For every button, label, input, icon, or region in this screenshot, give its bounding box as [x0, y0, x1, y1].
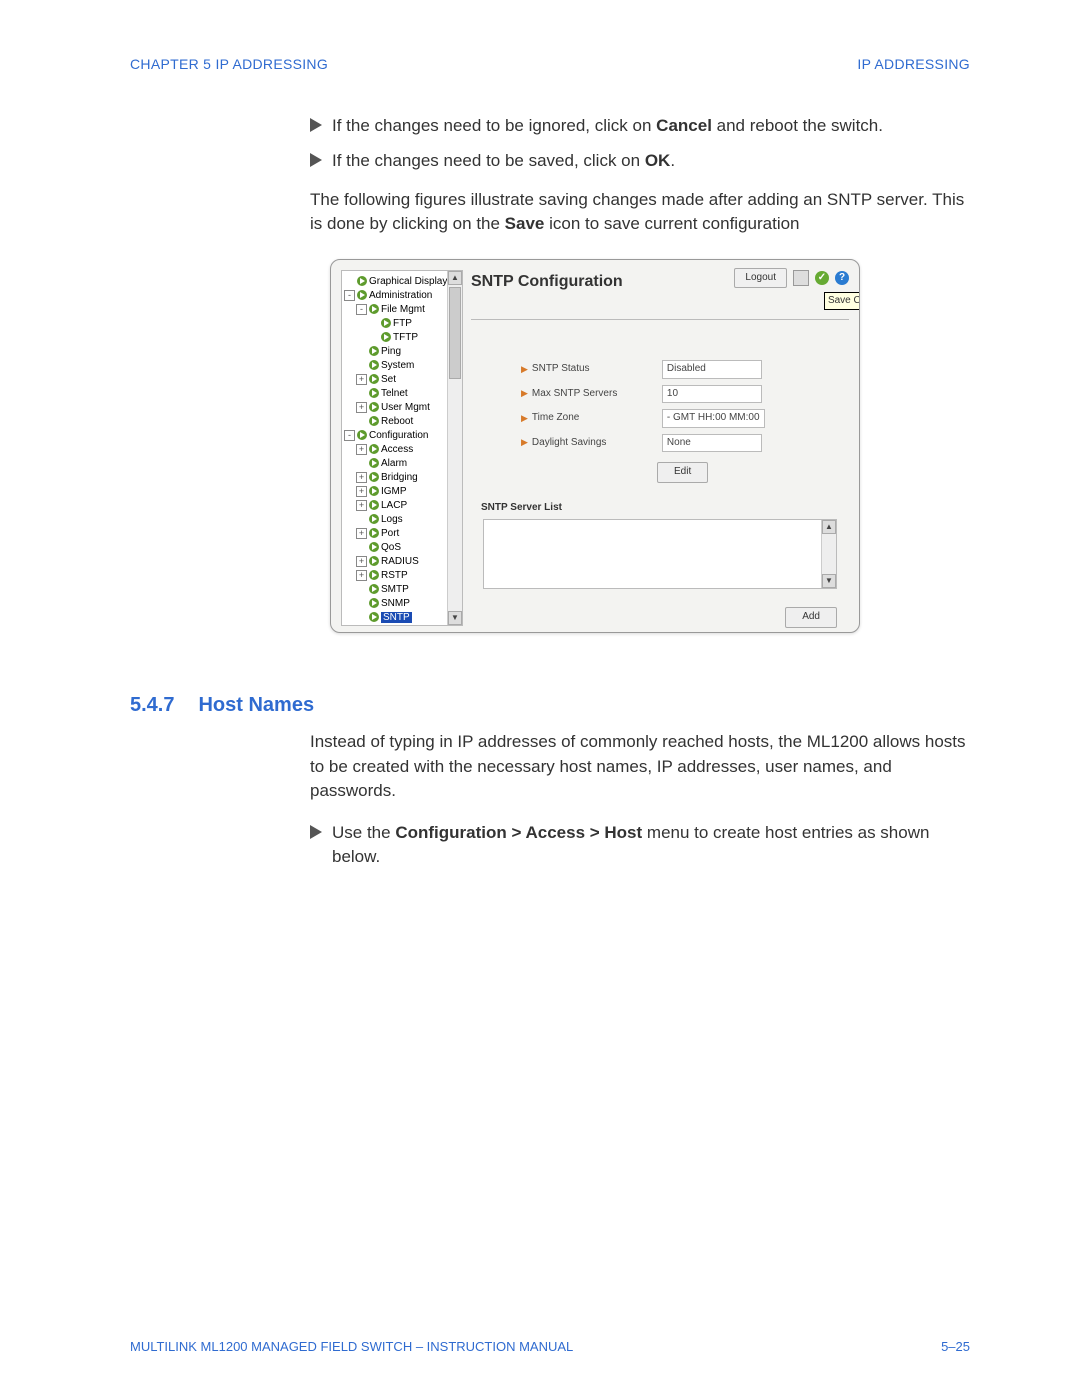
save-tooltip: Save Configuration: [824, 292, 860, 311]
nav-scrollbar[interactable]: ▲ ▼: [447, 271, 462, 625]
nav-item-system[interactable]: System: [344, 359, 446, 373]
bullet-2: If the changes need to be saved, click o…: [310, 149, 970, 174]
field-value: - GMT HH:00 MM:00: [662, 409, 765, 428]
play-icon: [369, 584, 379, 594]
header-right: IP ADDRESSING: [857, 54, 970, 74]
server-list-title: SNTP Server List: [481, 501, 849, 516]
nav-tree[interactable]: Graphical Display-Administration-File Mg…: [341, 270, 463, 626]
section-title: Host Names: [198, 691, 314, 720]
arrow-icon: ▶: [521, 387, 528, 400]
play-icon: [381, 318, 391, 328]
play-icon: [369, 444, 379, 454]
play-icon: [369, 304, 379, 314]
logout-button[interactable]: Logout: [734, 268, 787, 289]
nav-item-graphical-display[interactable]: Graphical Display: [344, 275, 446, 289]
sntp-screenshot: Graphical Display-Administration-File Mg…: [330, 259, 860, 633]
field-value: None: [662, 434, 762, 453]
scroll-thumb[interactable]: [449, 287, 461, 379]
arrow-icon: ▶: [521, 363, 528, 376]
nav-item-ping[interactable]: Ping: [344, 345, 446, 359]
play-icon: [369, 612, 379, 622]
play-icon: [369, 598, 379, 608]
play-icon: [369, 514, 379, 524]
play-icon: [357, 276, 367, 286]
bullet-3: Use the Configuration > Access > Host me…: [310, 821, 970, 870]
nav-item-igmp[interactable]: +IGMP: [344, 485, 446, 499]
play-icon: [369, 486, 379, 496]
page-footer: MULTILINK ML1200 MANAGED FIELD SWITCH – …: [130, 1338, 970, 1357]
play-icon: [369, 542, 379, 552]
field-value: Disabled: [662, 360, 762, 379]
nav-item-user-mgmt[interactable]: +User Mgmt: [344, 401, 446, 415]
nav-item-set[interactable]: +Set: [344, 373, 446, 387]
nav-item-reboot[interactable]: Reboot: [344, 415, 446, 429]
nav-item-ftp[interactable]: FTP: [344, 317, 446, 331]
nav-item-qos[interactable]: QoS: [344, 541, 446, 555]
nav-item-telnet[interactable]: Telnet: [344, 387, 446, 401]
arrow-icon: ▶: [521, 436, 528, 449]
nav-item-tftp[interactable]: TFTP: [344, 331, 446, 345]
play-icon: [357, 290, 367, 300]
help-icon[interactable]: ?: [835, 271, 849, 285]
play-icon: [369, 346, 379, 356]
play-icon: [369, 472, 379, 482]
nav-item-file-mgmt[interactable]: -File Mgmt: [344, 303, 446, 317]
nav-item-radius[interactable]: +RADIUS: [344, 555, 446, 569]
play-icon: [369, 458, 379, 468]
arrow-icon: ▶: [521, 412, 528, 425]
nav-item-bridging[interactable]: +Bridging: [344, 471, 446, 485]
footer-left: MULTILINK ML1200 MANAGED FIELD SWITCH – …: [130, 1338, 573, 1357]
server-list[interactable]: ▲ ▼: [483, 519, 837, 589]
triangle-icon: [310, 153, 322, 167]
nav-item-rstp[interactable]: +RSTP: [344, 569, 446, 583]
bullet-1: If the changes need to be ignored, click…: [310, 114, 970, 139]
nav-item-statistics[interactable]: +Statistics: [344, 625, 446, 626]
play-icon: [369, 374, 379, 384]
field-max-sntp-servers: ▶Max SNTP Servers10: [521, 385, 849, 404]
play-icon: [369, 402, 379, 412]
paragraph-1: The following figures illustrate saving …: [310, 188, 970, 237]
nav-item-access[interactable]: +Access: [344, 443, 446, 457]
list-scroll-down-icon[interactable]: ▼: [822, 574, 836, 588]
nav-item-administration[interactable]: -Administration: [344, 289, 446, 303]
page-header: CHAPTER 5 IP ADDRESSING IP ADDRESSING: [130, 54, 970, 74]
triangle-icon: [310, 825, 322, 839]
field-time-zone: ▶Time Zone- GMT HH:00 MM:00: [521, 409, 849, 428]
refresh-icon[interactable]: ✓: [815, 271, 829, 285]
scroll-up-icon[interactable]: ▲: [448, 271, 462, 285]
nav-item-smtp[interactable]: SMTP: [344, 583, 446, 597]
nav-item-configuration[interactable]: -Configuration: [344, 429, 446, 443]
paragraph-2: Instead of typing in IP addresses of com…: [310, 730, 970, 804]
play-icon: [381, 332, 391, 342]
play-icon: [369, 556, 379, 566]
field-daylight-savings: ▶Daylight SavingsNone: [521, 434, 849, 453]
play-icon: [369, 388, 379, 398]
play-icon: [357, 430, 367, 440]
save-icon[interactable]: [793, 270, 809, 286]
edit-button[interactable]: Edit: [657, 462, 708, 483]
nav-item-alarm[interactable]: Alarm: [344, 457, 446, 471]
play-icon: [369, 570, 379, 580]
nav-item-sntp[interactable]: SNTP: [344, 611, 446, 625]
nav-item-port[interactable]: +Port: [344, 527, 446, 541]
list-scrollbar[interactable]: ▲ ▼: [821, 520, 836, 588]
add-button[interactable]: Add: [785, 607, 837, 628]
nav-item-snmp[interactable]: SNMP: [344, 597, 446, 611]
play-icon: [369, 416, 379, 426]
triangle-icon: [310, 118, 322, 132]
field-sntp-status: ▶SNTP StatusDisabled: [521, 360, 849, 379]
list-scroll-up-icon[interactable]: ▲: [822, 520, 836, 534]
nav-item-lacp[interactable]: +LACP: [344, 499, 446, 513]
nav-item-logs[interactable]: Logs: [344, 513, 446, 527]
section-number: 5.4.7: [130, 691, 174, 720]
play-icon: [369, 360, 379, 370]
play-icon: [369, 500, 379, 510]
field-value: 10: [662, 385, 762, 404]
footer-right: 5–25: [941, 1338, 970, 1357]
play-icon: [369, 528, 379, 538]
header-left: CHAPTER 5 IP ADDRESSING: [130, 54, 328, 74]
section-heading: 5.4.7 Host Names: [130, 691, 970, 720]
scroll-down-icon[interactable]: ▼: [448, 611, 462, 625]
